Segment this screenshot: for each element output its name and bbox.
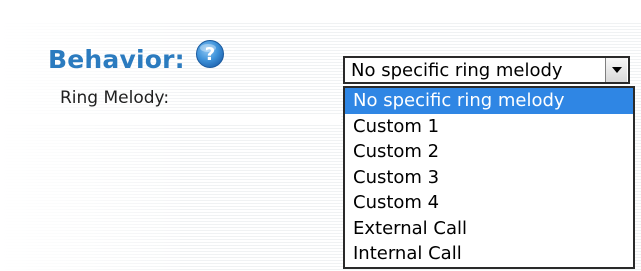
ring-melody-dropdown[interactable]: No specific ring melody Custom 1 Custom … <box>343 86 635 269</box>
svg-text:?: ? <box>205 44 215 65</box>
chevron-down-icon[interactable] <box>605 58 627 82</box>
option-custom-3[interactable]: Custom 3 <box>345 165 633 191</box>
option-no-specific-ring-melody[interactable]: No specific ring melody <box>345 88 633 114</box>
ring-melody-label: Ring Melody: <box>60 88 170 108</box>
ring-melody-select[interactable]: No specific ring melody <box>343 56 630 84</box>
background-mid-band <box>0 115 341 123</box>
ring-melody-selected-value: No specific ring melody <box>351 59 563 81</box>
section-header: Behavior: ? <box>48 39 225 79</box>
option-custom-4[interactable]: Custom 4 <box>345 190 633 216</box>
option-internal-call[interactable]: Internal Call <box>345 241 633 267</box>
section-title: Behavior: <box>48 44 185 74</box>
option-custom-1[interactable]: Custom 1 <box>345 114 633 140</box>
option-custom-2[interactable]: Custom 2 <box>345 139 633 165</box>
help-icon[interactable]: ? <box>195 39 225 69</box>
background-top-band <box>0 0 641 22</box>
option-external-call[interactable]: External Call <box>345 216 633 242</box>
